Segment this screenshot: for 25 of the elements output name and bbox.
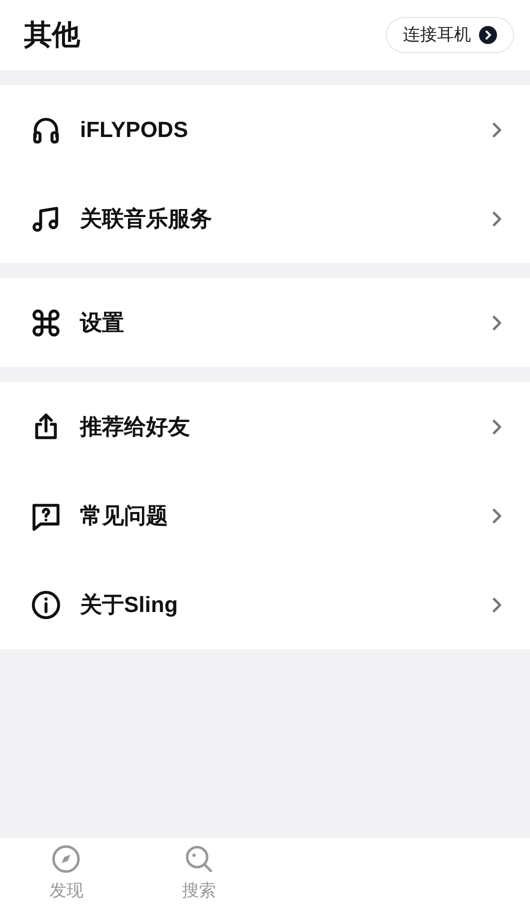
command-icon — [30, 306, 62, 338]
chevron-right-icon — [492, 596, 502, 612]
menu-item[interactable]: 常见问题 — [0, 471, 530, 560]
chevron-right-icon — [492, 314, 502, 330]
search-icon — [184, 844, 214, 874]
chevron-right-icon — [492, 210, 502, 226]
chevron-right-icon — [492, 508, 502, 524]
connect-headphones-button[interactable]: 连接耳机 — [386, 17, 514, 53]
menu-item-label: iFLYPODS — [80, 116, 189, 144]
chevron-right-icon — [492, 418, 502, 434]
chevron-circle-icon — [479, 26, 497, 44]
compass-icon — [51, 844, 82, 874]
page-title: 其他 — [24, 18, 80, 52]
menu-item-label: 关于Sling — [80, 591, 179, 619]
menu-item[interactable]: 推荐给好友 — [0, 382, 530, 471]
menu-item-label: 关联音乐服务 — [80, 205, 213, 233]
menu-item[interactable]: iFLYPODS — [0, 85, 530, 174]
menu-item-label: 推荐给好友 — [80, 413, 191, 441]
menu-item-label: 常见问题 — [80, 502, 169, 530]
info-icon — [30, 588, 62, 620]
menu-item-label: 设置 — [80, 309, 125, 337]
menu-item[interactable]: 关联音乐服务 — [0, 174, 530, 263]
chevron-right-icon — [492, 122, 502, 138]
menu-item[interactable]: 设置 — [0, 278, 530, 367]
menu-item[interactable]: 关于Sling — [0, 560, 530, 649]
